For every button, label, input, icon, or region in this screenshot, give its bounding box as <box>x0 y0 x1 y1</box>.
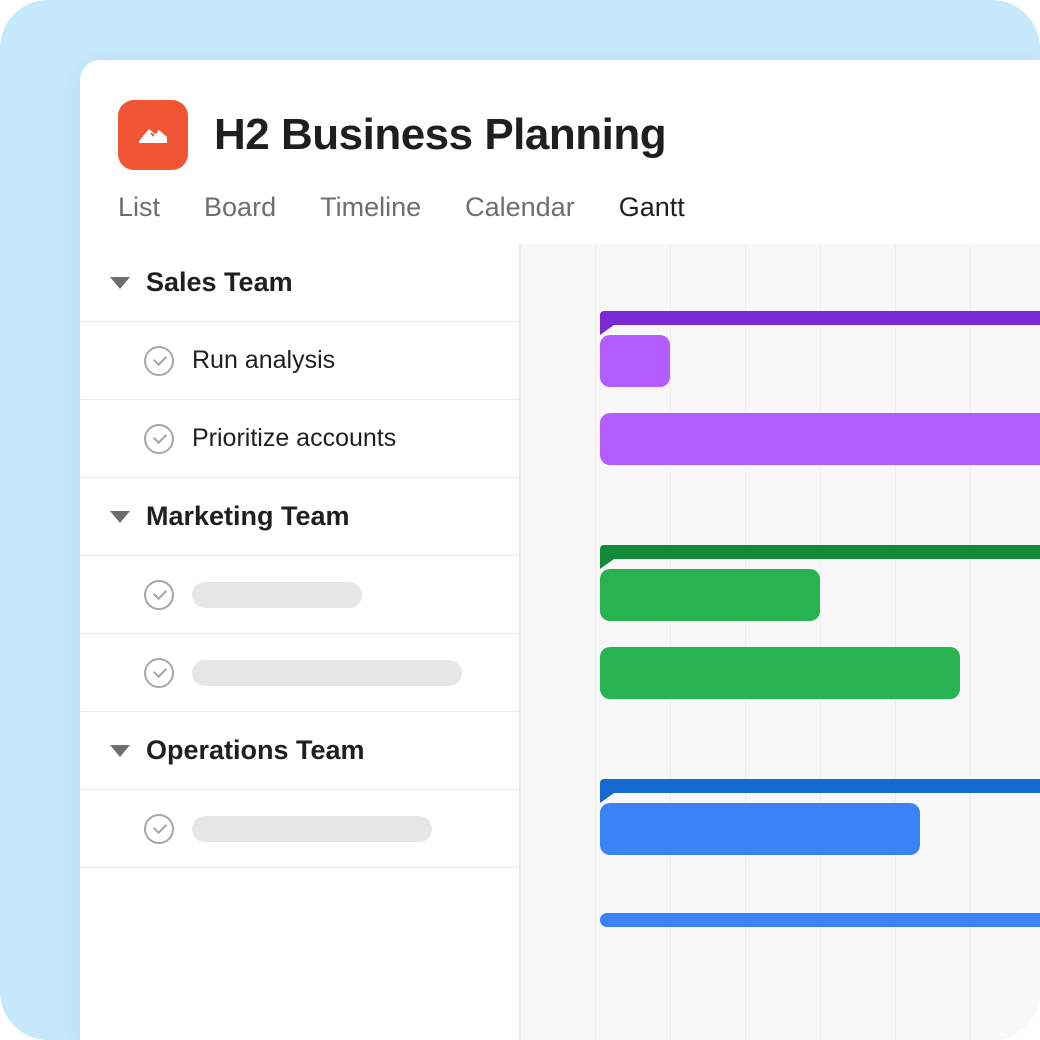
check-circle-icon[interactable] <box>144 814 174 844</box>
task-label: Run analysis <box>192 346 335 375</box>
gantt-task-bar[interactable] <box>600 335 670 387</box>
tab-gantt[interactable]: Gantt <box>619 192 685 223</box>
project-header: H2 Business Planning <box>80 60 1040 192</box>
task-label: Prioritize accounts <box>192 424 396 453</box>
gantt-chart-panel[interactable] <box>520 244 1040 1040</box>
gantt-task-bar[interactable] <box>600 569 820 621</box>
tab-list[interactable]: List <box>118 192 160 223</box>
group-name: Sales Team <box>146 267 293 298</box>
caret-down-icon <box>110 745 130 757</box>
task-row[interactable] <box>80 556 519 634</box>
task-row[interactable] <box>80 790 519 868</box>
check-circle-icon[interactable] <box>144 580 174 610</box>
task-row[interactable]: Run analysis <box>80 322 519 400</box>
check-circle-icon[interactable] <box>144 346 174 376</box>
group-name: Marketing Team <box>146 501 350 532</box>
task-placeholder <box>192 660 462 686</box>
task-placeholder <box>192 816 432 842</box>
task-placeholder <box>192 582 362 608</box>
tab-timeline[interactable]: Timeline <box>320 192 421 223</box>
caret-down-icon <box>110 511 130 523</box>
gantt-task-bar[interactable] <box>600 413 1040 465</box>
group-name: Operations Team <box>146 735 365 766</box>
check-circle-icon[interactable] <box>144 424 174 454</box>
group-header-sales[interactable]: Sales Team <box>80 244 519 322</box>
gantt-task-bar[interactable] <box>600 803 920 855</box>
task-row[interactable] <box>80 634 519 712</box>
project-title: H2 Business Planning <box>214 110 666 160</box>
caret-down-icon <box>110 277 130 289</box>
gantt-task-bar[interactable] <box>600 647 960 699</box>
gantt-task-bar[interactable] <box>600 913 1040 927</box>
project-window: H2 Business Planning List Board Timeline… <box>80 60 1040 1040</box>
shoe-icon <box>133 115 173 155</box>
check-circle-icon[interactable] <box>144 658 174 688</box>
tab-calendar[interactable]: Calendar <box>465 192 575 223</box>
view-tabs: List Board Timeline Calendar Gantt <box>80 192 1040 244</box>
group-header-marketing[interactable]: Marketing Team <box>80 478 519 556</box>
task-row[interactable]: Prioritize accounts <box>80 400 519 478</box>
task-list-panel: Sales Team Run analysis Prioritize accou… <box>80 244 520 1040</box>
project-icon <box>118 100 188 170</box>
tab-board[interactable]: Board <box>204 192 276 223</box>
group-header-operations[interactable]: Operations Team <box>80 712 519 790</box>
